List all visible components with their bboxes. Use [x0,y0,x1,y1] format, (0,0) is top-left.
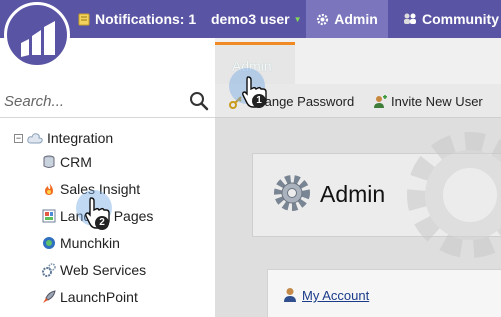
invite-new-user-label: Invite New User [391,94,483,109]
user-menu[interactable]: demo3 user ▼ [211,0,302,38]
user-account-icon [283,287,297,308]
munchkin-icon [42,236,56,250]
notification-note-icon [78,13,90,26]
tree-item-label: Munchkin [60,235,120,251]
large-gear-watermark-icon [400,125,501,270]
admin-gear-icon [272,173,312,218]
search-bar [0,84,215,118]
community-label: Community [422,11,499,27]
tree-item-crm[interactable]: CRM [42,154,92,170]
web-services-icon [42,263,56,277]
tree-item-launchpoint[interactable]: LaunchPoint [42,289,138,305]
database-icon [42,155,56,169]
marketo-logo[interactable] [4,2,70,68]
tree-node-integration[interactable]: − Integration [14,128,113,148]
community-icon [403,13,417,25]
tree-item-web-services[interactable]: Web Services [42,262,146,278]
integration-tree: − Integration [14,128,113,148]
tree-item-label: CRM [60,154,92,170]
invite-new-user-button[interactable]: Invite New User [373,94,483,109]
tree-node-label: Integration [47,130,114,146]
add-user-icon [373,94,387,109]
tree-item-label: LaunchPoint [60,289,138,305]
chevron-down-icon: ▼ [293,14,302,24]
search-input[interactable] [4,90,174,112]
search-icon[interactable] [189,91,209,111]
step-badge: 2 [95,216,109,230]
flame-icon [42,182,56,196]
notifications-menu[interactable]: Notifications: 1 [78,0,196,38]
rocket-icon [42,290,56,304]
logo-bars-icon [21,21,55,57]
tree-item-label: Web Services [60,262,147,278]
step-badge: 1 [252,94,266,108]
notifications-label: Notifications: 1 [95,11,197,27]
admin-nav-item[interactable]: Admin [306,0,388,38]
cloud-icon [27,132,43,144]
tree-item-munchkin[interactable]: Munchkin [42,235,120,251]
community-menu[interactable]: Community [403,0,499,38]
landing-page-icon [42,209,56,223]
gear-icon [316,13,329,26]
collapse-toggle-icon[interactable]: − [14,133,23,143]
my-account-link[interactable]: My Account [302,288,369,303]
user-label: demo3 user [211,11,290,27]
admin-nav-label: Admin [334,11,378,27]
page-title: Admin [320,181,386,207]
